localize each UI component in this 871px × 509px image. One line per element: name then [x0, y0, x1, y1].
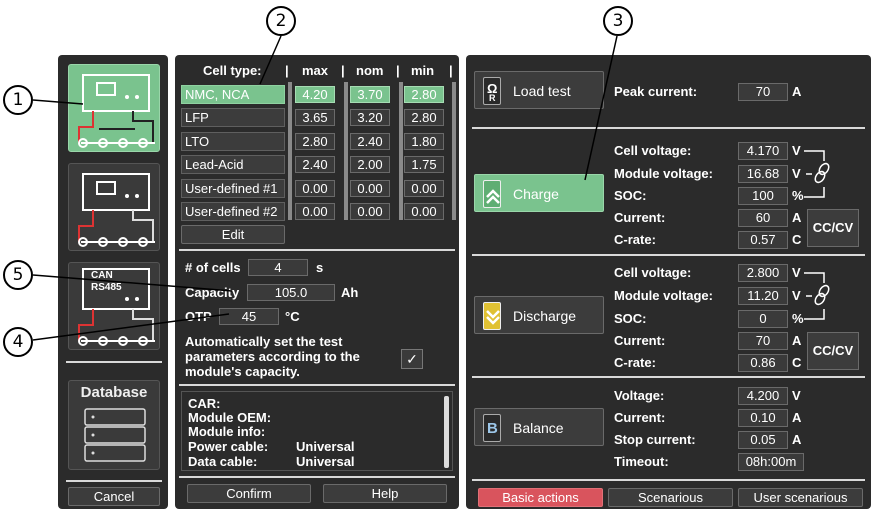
callout-3: 3 [603, 6, 633, 36]
callout-5: 5 [3, 260, 33, 290]
callout-leader-lines [32, 35, 618, 341]
callout-2: 2 [266, 6, 296, 36]
callout-4: 4 [3, 327, 33, 357]
callout-1: 1 [3, 85, 33, 115]
